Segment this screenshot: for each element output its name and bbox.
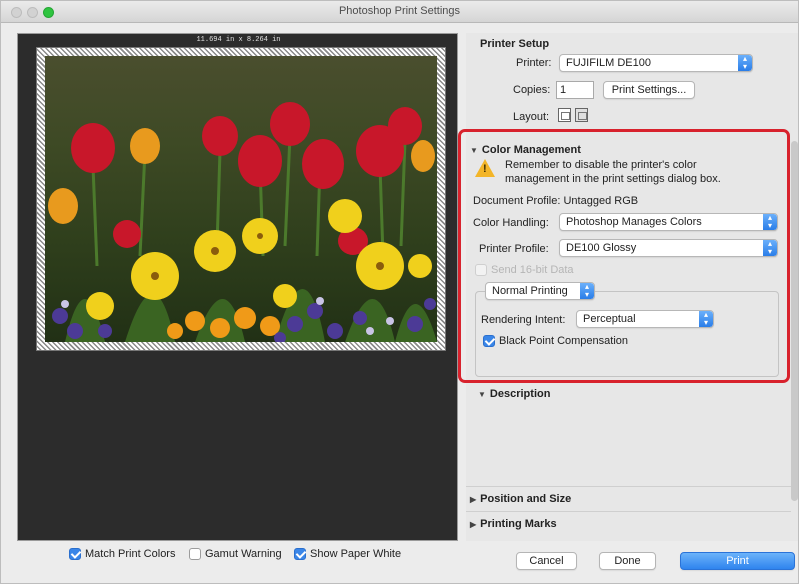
position-and-size-section-header[interactable]: ▶ Position and Size [470, 493, 571, 505]
layout-label: Layout: [513, 111, 550, 123]
cancel-button[interactable]: Cancel [516, 552, 577, 570]
disclosure-triangle-icon: ▶ [470, 495, 477, 504]
checkbox-unchecked-icon [189, 548, 201, 560]
copies-field[interactable]: 1 [556, 81, 594, 99]
color-management-highlight [458, 129, 790, 383]
gamut-warning-label: Gamut Warning [205, 548, 282, 560]
match-print-colors-label: Match Print Colors [85, 548, 176, 560]
scrollbar[interactable] [791, 141, 798, 501]
done-button[interactable]: Done [599, 552, 656, 570]
paper-sheet [36, 47, 446, 351]
popup-stepper-icon: ▴ ▾ [738, 55, 752, 71]
gamut-warning-checkbox[interactable]: Gamut Warning [189, 546, 282, 562]
printer-select[interactable]: FUJIFILM DE100 ▴ ▾ [559, 54, 753, 72]
preview-image[interactable] [45, 56, 437, 342]
section-divider [466, 486, 791, 487]
checkbox-checked-icon [294, 548, 306, 560]
print-settings-button[interactable]: Print Settings... [603, 81, 695, 99]
disclosure-triangle-icon: ▼ [478, 390, 486, 399]
printer-label: Printer: [516, 57, 552, 69]
paper-dimensions-label: 11.694 in x 8.264 in [196, 36, 281, 44]
layout-portrait-icon[interactable] [558, 108, 571, 122]
description-section-header[interactable]: ▼ Description [478, 388, 550, 400]
match-print-colors-checkbox[interactable]: Match Print Colors [69, 546, 175, 562]
print-button[interactable]: Print [680, 552, 795, 570]
printer-select-value: FUJIFILM DE100 [566, 57, 651, 69]
printing-marks-section-header[interactable]: ▶ Printing Marks [470, 518, 557, 530]
print-preview[interactable]: 11.694 in x 8.264 in [17, 33, 458, 541]
printer-setup-heading: Printer Setup [480, 38, 550, 50]
layout-landscape-icon[interactable] [575, 108, 588, 122]
show-paper-white-checkbox[interactable]: Show Paper White [294, 546, 401, 562]
print-settings-window: Photoshop Print Settings 11.694 in x 8.2… [0, 0, 799, 584]
disclosure-triangle-icon: ▶ [470, 520, 477, 529]
copies-label: Copies: [513, 84, 551, 96]
checkbox-checked-icon [69, 548, 81, 560]
show-paper-white-label: Show Paper White [310, 548, 402, 560]
title-bar: Photoshop Print Settings [1, 1, 798, 23]
tulip-photo [48, 102, 437, 342]
window-title: Photoshop Print Settings [338, 5, 461, 17]
section-divider [466, 511, 791, 512]
